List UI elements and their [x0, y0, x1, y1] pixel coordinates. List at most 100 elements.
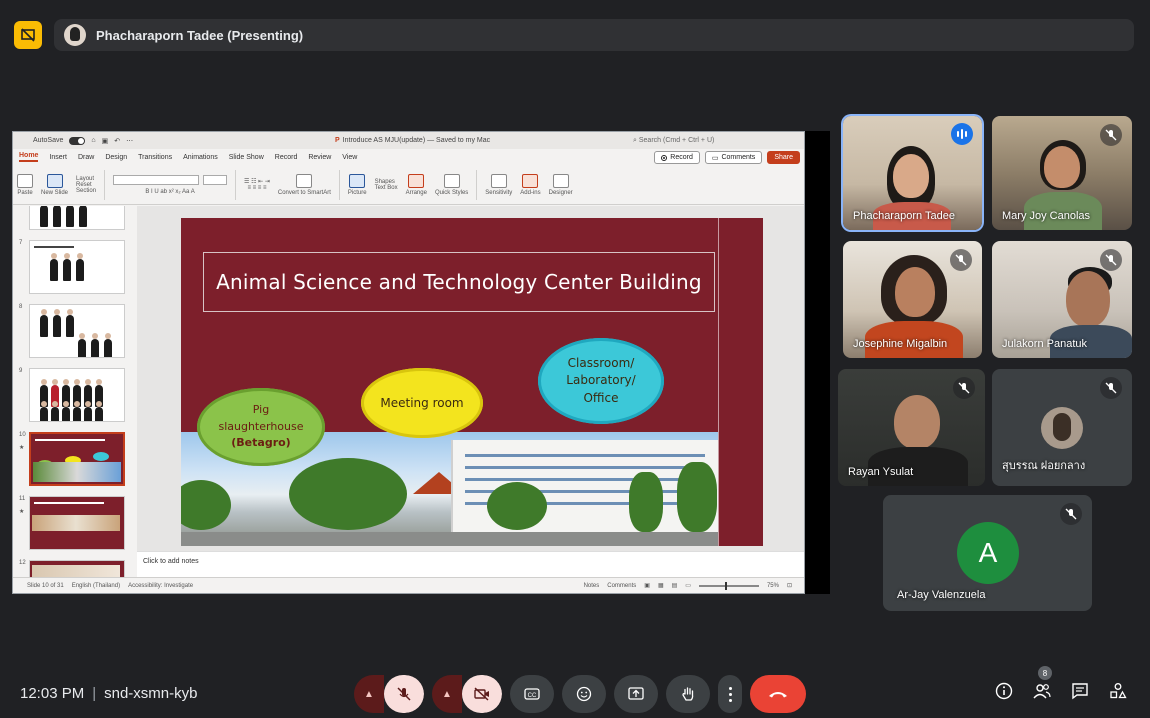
meeting-info: 12:03 PM | snd-xsmn-kyb — [20, 685, 197, 702]
speaking-indicator-icon — [951, 123, 973, 145]
menu-design[interactable]: Design — [105, 154, 127, 161]
participant-tile-suban[interactable]: สุบรรณ ฝอยกลาง — [992, 369, 1132, 486]
menu-record[interactable]: Record — [275, 154, 298, 161]
bubble-text: slaughterhouse — [218, 419, 304, 433]
zoom-level[interactable]: 75% — [767, 583, 779, 589]
thumb-people — [50, 253, 84, 281]
fit-slide-icon[interactable]: ⊡ — [787, 582, 792, 589]
photo-palm — [629, 472, 663, 532]
notes-pane[interactable]: Click to add notes — [137, 551, 804, 579]
more-icon[interactable] — [718, 675, 742, 713]
font-name-box[interactable] — [113, 174, 200, 185]
new-slide-button[interactable]: New Slide — [41, 173, 68, 196]
arrange-button[interactable]: Arrange — [406, 173, 427, 196]
menu-review[interactable]: Review — [308, 154, 331, 161]
undo-icon[interactable]: ↶ — [114, 137, 120, 145]
convert-smartart-button[interactable]: Convert to SmartArt — [278, 173, 331, 196]
current-slide[interactable]: Animal Science and Technology Center Bui… — [181, 218, 763, 546]
paste-button[interactable]: Paste — [17, 173, 33, 196]
thumb-bubble — [93, 452, 109, 461]
participant-tile-mary-joy[interactable]: Mary Joy Canolas — [992, 116, 1132, 230]
participant-tile-julakorn[interactable]: Julakorn Panatuk — [992, 241, 1132, 358]
participant-tile-josephine[interactable]: Josephine Migalbin — [843, 241, 982, 358]
bubble-text: Meeting room — [380, 396, 464, 410]
record-button[interactable]: Record — [654, 151, 700, 164]
picture-button[interactable]: Picture — [348, 173, 367, 196]
more-icon[interactable]: ⋯ — [126, 137, 133, 145]
present-icon[interactable] — [14, 21, 42, 49]
save-icon[interactable]: ▣ — [102, 137, 109, 145]
paragraph-group: ☰ ☷ ⇤ ⇥ ≡ ≡ ≡ ≡ — [244, 178, 270, 191]
thumb-number: 11 — [19, 496, 26, 502]
accessibility-status[interactable]: Accessibility: Investigate — [128, 583, 193, 589]
present-screen-icon[interactable] — [614, 675, 658, 713]
normal-view-icon[interactable]: ▣ — [644, 582, 650, 589]
comments-toggle[interactable]: Comments — [607, 583, 636, 589]
info-icon[interactable] — [994, 680, 1014, 702]
participant-tile-ar-jay[interactable]: A Ar-Jay Valenzuela — [883, 495, 1092, 611]
slide-title-box: Animal Science and Technology Center Bui… — [203, 252, 715, 312]
end-call-icon[interactable] — [750, 675, 806, 713]
participant-tile-rayan[interactable]: Rayan Ysulat — [838, 369, 985, 486]
slide-thumb — [29, 368, 125, 422]
mic-options-chevron-icon[interactable]: ▲ — [354, 675, 384, 713]
section-button[interactable]: Section — [76, 188, 96, 194]
sensitivity-button[interactable]: Sensitivity — [485, 173, 512, 196]
text-box-button[interactable]: Text Box — [375, 185, 398, 191]
captions-icon[interactable]: CC — [510, 675, 554, 713]
menu-transitions[interactable]: Transitions — [138, 154, 172, 161]
activities-icon[interactable] — [1108, 680, 1128, 702]
share-label: Share — [774, 154, 793, 161]
reading-view-icon[interactable]: ▤ — [672, 582, 678, 589]
people-icon[interactable]: 8 — [1032, 666, 1052, 702]
thumb-star-icon: ★ — [19, 445, 25, 451]
chat-icon[interactable] — [1070, 680, 1090, 702]
ppt-title-bar: AutoSave ⌂ ▣ ↶ ⋯ P Introduce AS MJU(updat… — [13, 132, 804, 149]
slide-thumb — [29, 304, 125, 358]
language-status[interactable]: English (Thailand) — [72, 583, 120, 589]
layout-group: Layout Reset Section — [76, 176, 96, 194]
participant-video — [894, 395, 940, 449]
raise-hand-icon[interactable] — [666, 675, 710, 713]
thumb-number: 9 — [19, 368, 23, 374]
slide-title: Animal Science and Technology Center Bui… — [216, 270, 702, 294]
slide-thumb-selected — [29, 432, 125, 486]
emoji-icon[interactable] — [562, 675, 606, 713]
bubble-classroom: Classroom/ Laboratory/ Office — [538, 338, 664, 424]
designer-button[interactable]: Designer — [549, 173, 573, 196]
slideshow-view-icon[interactable]: ▭ — [685, 582, 691, 589]
participant-name: Rayan Ysulat — [848, 466, 914, 478]
autosave-toggle[interactable] — [69, 136, 86, 145]
quick-styles-button[interactable]: Quick Styles — [435, 173, 468, 196]
menu-view[interactable]: View — [342, 154, 357, 161]
menu-animations[interactable]: Animations — [183, 154, 218, 161]
camera-off-icon[interactable] — [462, 675, 502, 713]
participant-name: Julakorn Panatuk — [1002, 338, 1087, 350]
slide-thumb — [29, 496, 125, 550]
camera-options-chevron-icon[interactable]: ▲ — [432, 675, 462, 713]
slide-canvas: Animal Science and Technology Center Bui… — [137, 206, 804, 551]
menu-home[interactable]: Home — [19, 152, 39, 162]
notes-toggle[interactable]: Notes — [584, 583, 600, 589]
menu-slide-show[interactable]: Slide Show — [229, 154, 264, 161]
comment-icon: ▭ — [711, 154, 719, 162]
shapes-group: Shapes Text Box — [375, 179, 398, 191]
thumb-people — [40, 206, 87, 227]
menu-insert[interactable]: Insert — [49, 154, 67, 161]
add-ins-button[interactable]: Add-ins — [520, 173, 541, 196]
share-button[interactable]: Share — [767, 151, 800, 164]
menu-draw[interactable]: Draw — [78, 154, 94, 161]
zoom-slider[interactable] — [698, 581, 759, 590]
search-text: Search (Cmd + Ctrl + U) — [638, 136, 715, 144]
bubble-text: Laboratory/ — [566, 373, 636, 388]
ppt-search[interactable]: ⌕ Search (Cmd + Ctrl + U) — [633, 137, 714, 145]
font-size-box[interactable] — [203, 174, 228, 185]
home-icon[interactable]: ⌂ — [91, 137, 95, 144]
separator: | — [92, 685, 97, 702]
comments-button[interactable]: ▭ Comments — [704, 151, 763, 164]
sorter-view-icon[interactable]: ▦ — [658, 582, 664, 589]
mic-off-icon[interactable] — [384, 675, 424, 713]
participant-tile-phacharaporn[interactable]: Phacharaporn Tadee — [843, 116, 982, 230]
bottom-bar: 12:03 PM | snd-xsmn-kyb ▲ ▲ CC 8 — [0, 666, 1150, 718]
participant-face — [1044, 146, 1080, 188]
